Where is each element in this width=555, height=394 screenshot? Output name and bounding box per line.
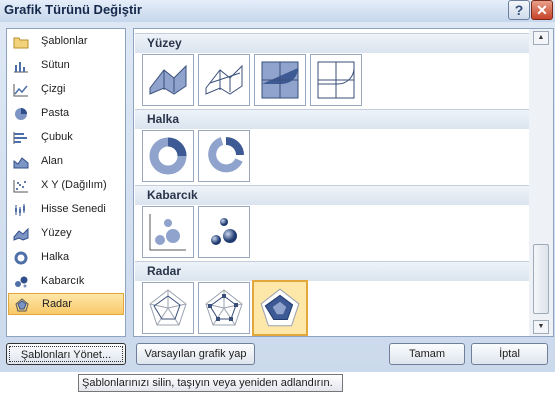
- chart-type-scatter[interactable]: X Y (Dağılım): [8, 175, 124, 197]
- column-chart-icon: [14, 62, 28, 73]
- manage-templates-button[interactable]: Şablonları Yönet...: [6, 343, 126, 365]
- pie-chart-icon: [15, 108, 27, 120]
- chart-type-label: X Y (Dağılım): [41, 179, 107, 191]
- help-button[interactable]: ?: [508, 0, 530, 20]
- wireframe-contour-thumbnail[interactable]: [310, 54, 362, 106]
- chart-type-label: Şablonlar: [41, 35, 88, 47]
- chart-type-list: Şablonlar Sütun Çizgi Pasta Çubuk Alan X…: [6, 28, 126, 337]
- wireframe-3d-surface-icon: [205, 64, 243, 95]
- chart-type-label: Alan: [41, 155, 64, 167]
- section-title: Halka: [147, 112, 180, 126]
- section-title: Yüzey: [147, 36, 182, 50]
- radar-with-markers-icon: [205, 289, 243, 326]
- bubble-icon: [149, 214, 186, 251]
- radar-icon: [149, 289, 187, 326]
- window-title: Grafik Türünü Değiştir: [4, 2, 142, 17]
- line-chart-icon: [13, 84, 28, 97]
- bubble-thumbnail[interactable]: [142, 206, 194, 258]
- chart-type-stock[interactable]: Hisse Senedi: [8, 199, 124, 221]
- chart-type-pie[interactable]: Pasta: [8, 103, 124, 125]
- chart-type-label: Halka: [41, 251, 70, 263]
- section-header-surface: Yüzey: [135, 33, 530, 53]
- filled-radar-icon: [260, 288, 300, 327]
- gallery-scrollbar[interactable]: ▲ ▼: [529, 29, 553, 336]
- doughnut-chart-icon: [14, 251, 28, 265]
- section-header-bubble: Kabarcık: [135, 185, 530, 205]
- folder-icon: [13, 37, 29, 49]
- chart-type-templates[interactable]: Şablonlar: [8, 31, 124, 53]
- bar-chart-icon: [13, 132, 27, 144]
- section-title: Radar: [147, 264, 182, 278]
- 3d-bubble-thumbnail[interactable]: [198, 206, 250, 258]
- chart-type-surface[interactable]: Yüzey: [8, 223, 124, 245]
- doughnut-thumbnail[interactable]: [142, 130, 194, 182]
- chart-type-label: Sütun: [41, 59, 70, 71]
- chart-type-label: Çizgi: [41, 83, 66, 95]
- chart-type-area[interactable]: Alan: [8, 151, 124, 173]
- scroll-up-button[interactable]: ▲: [533, 31, 549, 45]
- radar-chart-icon: [15, 298, 29, 312]
- scroll-thumb[interactable]: [533, 244, 549, 314]
- section-header-radar: Radar: [135, 261, 530, 281]
- chart-type-column[interactable]: Sütun: [8, 55, 124, 77]
- scatter-chart-icon: [13, 180, 28, 193]
- cancel-button[interactable]: İptal: [471, 343, 548, 365]
- wireframe-contour-icon: [317, 61, 355, 99]
- 3d-surface-icon: [149, 64, 187, 95]
- radar-with-markers-thumbnail[interactable]: [198, 282, 250, 334]
- chart-type-doughnut[interactable]: Halka: [8, 247, 124, 269]
- wireframe-3d-surface-thumbnail[interactable]: [198, 54, 250, 106]
- section-header-doughnut: Halka: [135, 109, 530, 129]
- ok-button[interactable]: Tamam: [389, 343, 465, 365]
- contour-thumbnail[interactable]: [254, 54, 306, 106]
- tooltip: Şablonlarınızı silin, taşıyın veya yenid…: [78, 374, 343, 392]
- doughnut-icon: [149, 137, 187, 175]
- radar-thumbnail[interactable]: [142, 282, 194, 334]
- filled-radar-thumbnail[interactable]: [252, 280, 308, 336]
- 3d-bubble-icon: [211, 218, 237, 245]
- chart-type-label: Yüzey: [41, 227, 72, 239]
- manage-templates-label: Şablonları Yönet...: [9, 346, 123, 362]
- chart-type-label: Hisse Senedi: [41, 203, 106, 215]
- chart-type-label: Kabarcık: [41, 275, 85, 287]
- chart-type-line[interactable]: Çizgi: [8, 79, 124, 101]
- chart-type-label: Radar: [42, 298, 72, 310]
- chart-type-label: Pasta: [41, 107, 70, 119]
- close-button[interactable]: ✕: [531, 0, 553, 20]
- surface-chart-icon: [13, 227, 29, 241]
- scroll-down-button[interactable]: ▼: [533, 320, 549, 334]
- chart-type-radar[interactable]: Radar: [8, 293, 124, 315]
- stock-chart-icon: [15, 204, 25, 216]
- exploded-doughnut-thumbnail[interactable]: [198, 130, 250, 182]
- area-chart-icon: [13, 157, 29, 169]
- chart-type-label: Çubuk: [41, 131, 73, 143]
- section-title: Kabarcık: [147, 188, 198, 202]
- chart-type-bubble[interactable]: Kabarcık: [8, 271, 124, 293]
- contour-icon: [261, 61, 299, 99]
- bubble-chart-icon: [15, 276, 28, 288]
- set-as-default-button[interactable]: Varsayılan grafik yap: [136, 343, 255, 365]
- 3d-surface-thumbnail[interactable]: [142, 54, 194, 106]
- title-bar: Grafik Türünü Değiştir ? ✕: [0, 0, 555, 22]
- change-chart-type-dialog: Grafik Türünü Değiştir ? ✕ Şablonlar Süt…: [0, 0, 555, 372]
- exploded-doughnut-icon: [208, 137, 244, 173]
- chart-type-bar[interactable]: Çubuk: [8, 127, 124, 149]
- chart-subtype-gallery: Yüzey Halka Kabarcık Radar ▲ ▼: [133, 28, 554, 337]
